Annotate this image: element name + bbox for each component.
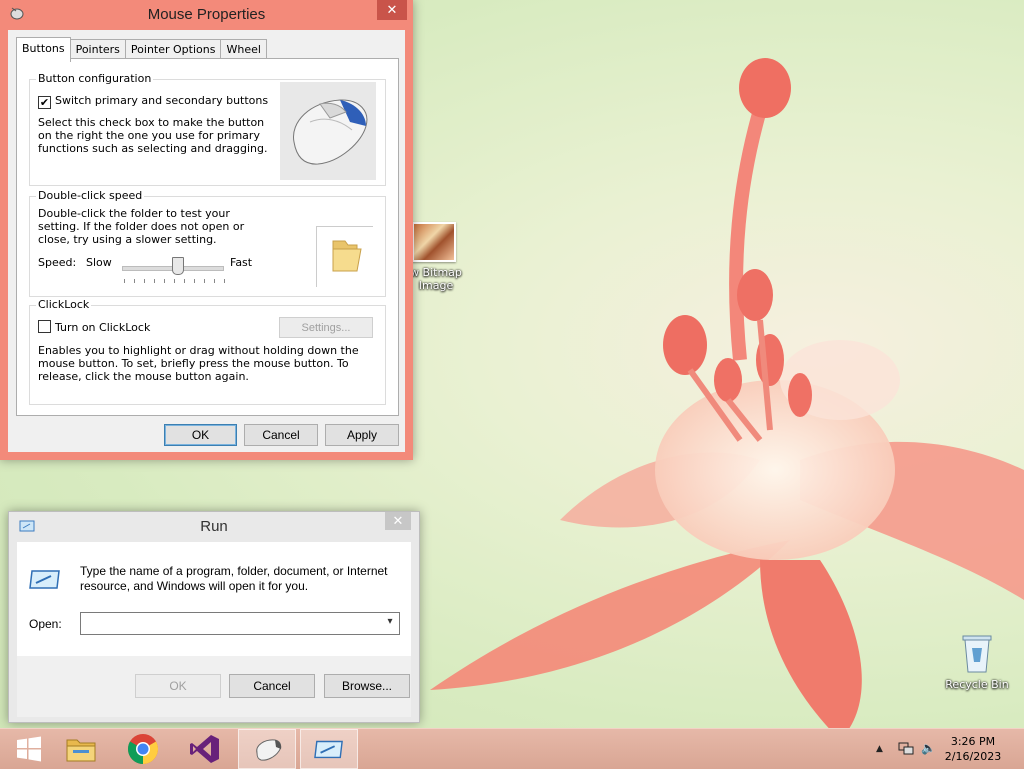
slider-tick <box>194 279 195 283</box>
switch-buttons-checkbox[interactable]: ✔ <box>38 96 51 109</box>
slider-tick <box>124 279 125 283</box>
slider-tick <box>144 279 145 283</box>
taskbar-chrome[interactable] <box>114 729 172 769</box>
taskbar-visual-studio[interactable] <box>176 729 234 769</box>
desktop-icon-recycle-bin[interactable]: Recycle Bin <box>942 630 1012 691</box>
run-description: Type the name of a program, folder, docu… <box>80 564 388 593</box>
tab-strip: Buttons Pointers Pointer Options Wheel <box>16 37 267 62</box>
open-label: Open: <box>29 617 62 631</box>
run-content-area: Type the name of a program, folder, docu… <box>17 542 411 656</box>
run-dialog-window: Run ✕ Type the name of a program, folder… <box>8 511 420 723</box>
group-title: ClickLock <box>36 298 92 311</box>
slider-tick <box>204 279 205 283</box>
double-click-description: Double-click the folder to test your set… <box>38 207 245 246</box>
cancel-button[interactable]: Cancel <box>229 674 315 698</box>
slow-label: Slow <box>86 256 112 269</box>
mouse-properties-titlebar[interactable]: Mouse Properties ✕ <box>0 0 413 30</box>
slider-ticks <box>124 279 225 283</box>
window-title: Mouse Properties <box>147 6 266 23</box>
clicklock-checkbox-row[interactable]: Turn on ClickLock <box>38 320 150 334</box>
visual-studio-icon <box>190 735 219 763</box>
window-title: Run <box>200 518 228 535</box>
desktop-icon-bitmap[interactable]: w Bitmap Image <box>408 222 464 292</box>
taskbar-file-explorer[interactable] <box>52 729 110 769</box>
slider-thumb[interactable] <box>172 257 184 275</box>
slider-tick <box>224 279 225 283</box>
ok-button[interactable]: OK <box>135 674 221 698</box>
double-click-speed-group: Double-click speed Double-click the fold… <box>29 189 386 297</box>
network-icon[interactable] <box>898 740 914 759</box>
slider-tick <box>154 279 155 283</box>
taskbar-clock[interactable]: 3:26 PM 2/16/2023 <box>938 734 1008 764</box>
start-icon <box>17 736 41 762</box>
recycle-bin-icon <box>960 630 994 674</box>
tab-pointers[interactable]: Pointers <box>69 39 126 60</box>
clicklock-group: ClickLock Turn on ClickLock Settings... … <box>29 298 386 405</box>
speaker-icon[interactable]: 🔈 <box>921 741 936 755</box>
checkbox-label: Turn on ClickLock <box>55 321 151 334</box>
run-titlebar[interactable]: Run ✕ <box>9 512 419 542</box>
slider-tick <box>134 279 135 283</box>
desktop-icon-label: w Bitmap <box>410 266 462 279</box>
close-button[interactable]: ✕ <box>377 0 407 20</box>
mouse-properties-icon <box>256 739 282 761</box>
clicklock-description: Enables you to highlight or drag without… <box>38 344 359 383</box>
tab-panel-buttons: Button configuration ✔ Switch primary and… <box>16 58 399 416</box>
taskbar: ▲ 🔈 3:26 PM 2/16/2023 <box>0 728 1024 769</box>
apply-button[interactable]: Apply <box>325 424 399 446</box>
cancel-button[interactable]: Cancel <box>244 424 318 446</box>
clock-time: 3:26 PM <box>950 735 996 748</box>
speed-label: Speed: <box>38 256 77 269</box>
close-button[interactable]: ✕ <box>385 512 411 530</box>
mouse-illustration <box>280 82 376 180</box>
run-icon <box>29 570 60 589</box>
chevron-down-icon[interactable]: ▾ <box>384 616 396 630</box>
button-configuration-description: Select this check box to make the button… <box>38 116 268 155</box>
button-configuration-group: Button configuration ✔ Switch primary and… <box>29 72 386 186</box>
slider-tick <box>164 279 165 283</box>
group-title: Double-click speed <box>36 189 145 202</box>
start-button[interactable] <box>0 729 58 769</box>
desktop-icon-label: Image <box>418 279 454 292</box>
run-client: Type the name of a program, folder, docu… <box>17 542 411 717</box>
bitmap-image-icon <box>412 222 456 262</box>
ok-button[interactable]: OK <box>164 424 237 446</box>
folder-icon <box>332 240 362 272</box>
tab-wheel[interactable]: Wheel <box>220 39 267 60</box>
switch-buttons-checkbox-row[interactable]: ✔ Switch primary and secondary buttons <box>38 94 268 109</box>
tab-buttons[interactable]: Buttons <box>16 37 71 62</box>
slider-tick <box>214 279 215 283</box>
slider-tick <box>184 279 185 283</box>
clicklock-settings-button[interactable]: Settings... <box>279 317 373 338</box>
fast-label: Fast <box>230 256 253 269</box>
file-explorer-icon <box>66 739 96 762</box>
tab-pointer-options[interactable]: Pointer Options <box>124 39 222 60</box>
mouse-properties-client: Buttons Pointers Pointer Options Wheel B… <box>8 30 405 452</box>
mouse-properties-window: Mouse Properties ✕ Buttons Pointers Poin… <box>0 0 413 460</box>
open-input[interactable] <box>81 613 379 632</box>
test-folder[interactable] <box>316 226 373 287</box>
slider-tick <box>174 279 175 283</box>
clock-date: 2/16/2023 <box>944 750 1002 763</box>
desktop-icon-label: Recycle Bin <box>945 678 1009 691</box>
checkbox-label: Switch primary and secondary buttons <box>55 94 269 107</box>
taskbar-run[interactable] <box>300 729 358 769</box>
open-combobox[interactable]: ▾ <box>80 612 400 635</box>
clicklock-checkbox[interactable] <box>38 320 51 333</box>
run-icon <box>314 740 343 759</box>
browse-button[interactable]: Browse... <box>324 674 410 698</box>
taskbar-mouse-properties[interactable] <box>238 729 296 769</box>
chrome-icon <box>127 734 159 764</box>
group-title: Button configuration <box>36 72 154 85</box>
tray-overflow-chevron-icon[interactable]: ▲ <box>876 744 883 754</box>
